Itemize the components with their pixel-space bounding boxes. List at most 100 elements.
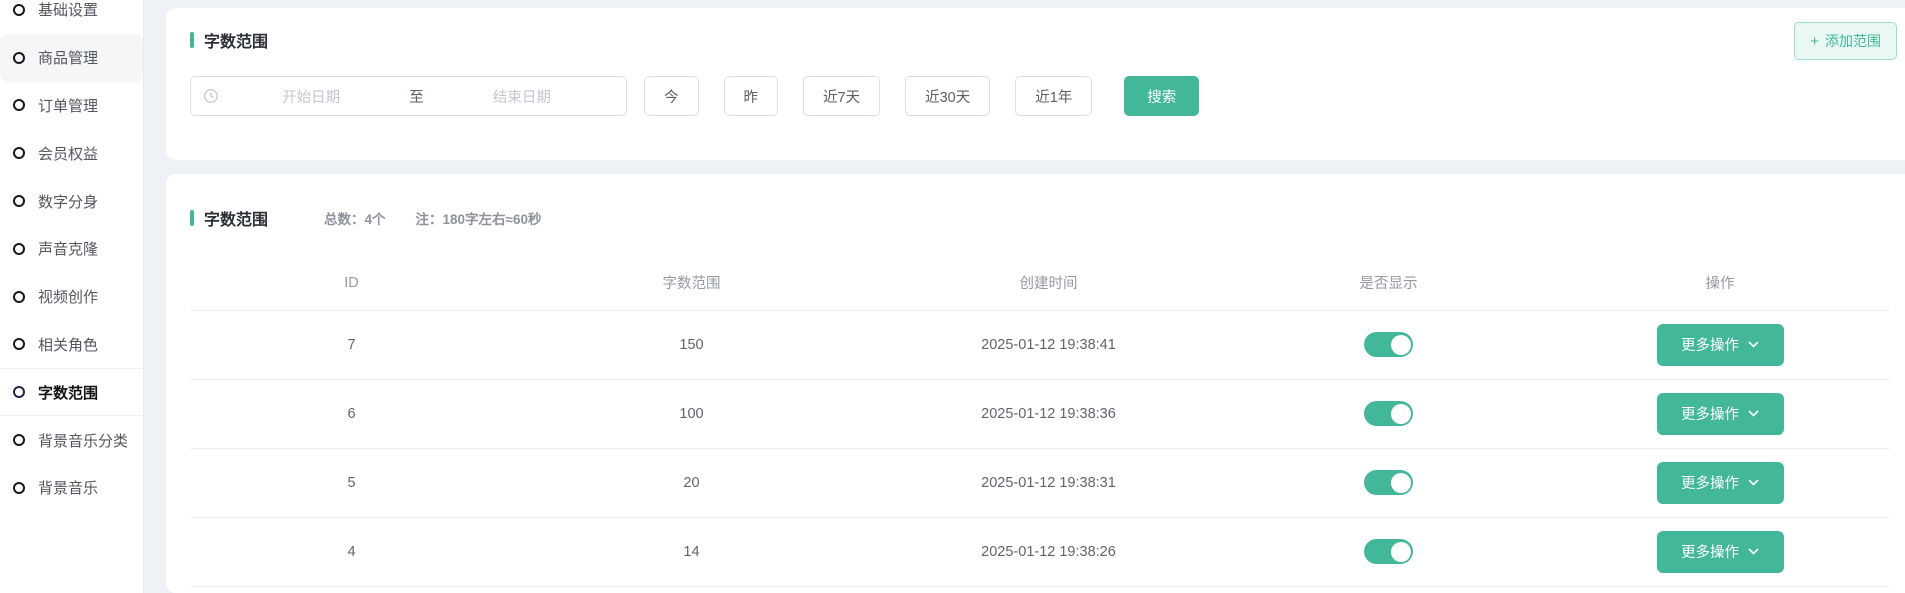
sidebar-item-label: 背景音乐分类: [38, 430, 128, 451]
filter-card-header: 字数范围: [190, 28, 1905, 52]
sidebar-item[interactable]: 声音克隆: [0, 225, 143, 273]
more-actions-button[interactable]: 更多操作: [1657, 531, 1784, 573]
row-visible-cell: [1227, 517, 1550, 586]
row-id-cell: 4: [190, 517, 513, 586]
sidebar-item[interactable]: 商品管理: [0, 34, 143, 82]
chevron-down-icon: [1748, 548, 1759, 555]
visibility-toggle[interactable]: [1364, 470, 1413, 495]
sidebar-item[interactable]: 背景音乐分类: [0, 416, 143, 464]
search-button[interactable]: 搜索: [1124, 76, 1199, 116]
radio-circle-icon: [13, 386, 25, 398]
quick-range-button[interactable]: 今: [644, 76, 699, 116]
more-actions-button[interactable]: 更多操作: [1657, 324, 1784, 366]
sidebar-item[interactable]: 字数范围: [0, 368, 143, 416]
row-created-cell: 2025-01-12 19:38:41: [870, 310, 1227, 379]
sidebar-item-label: 订单管理: [38, 95, 98, 116]
quick-range-button[interactable]: 昨: [724, 76, 779, 116]
table-meta: 总数：4个 注：180字左右≈60秒: [324, 208, 541, 228]
column-header: 操作: [1550, 256, 1890, 310]
sidebar-item-label: 字数范围: [38, 382, 98, 403]
table-card: 字数范围 总数：4个 注：180字左右≈60秒 ID字数范围创建时间是否显示操作: [166, 174, 1905, 593]
row-id-cell: 7: [190, 310, 513, 379]
radio-circle-icon: [13, 291, 25, 303]
row-created-cell: 2025-01-12 19:38:31: [870, 448, 1227, 517]
sidebar-item[interactable]: 背景音乐: [0, 464, 143, 512]
row-range-cell: 20: [513, 448, 870, 517]
row-range-cell: 100: [513, 379, 870, 448]
filter-row: 开始日期 至 结束日期 今昨近7天近30天近1年 搜索: [190, 76, 1905, 116]
row-visible-cell: [1227, 310, 1550, 379]
more-actions-label: 更多操作: [1681, 334, 1739, 355]
radio-circle-icon: [13, 243, 25, 255]
date-range-picker[interactable]: 开始日期 至 结束日期: [190, 76, 627, 116]
row-created-cell: 2025-01-12 19:38:36: [870, 379, 1227, 448]
quick-range-button[interactable]: 近1年: [1015, 76, 1092, 116]
more-actions-label: 更多操作: [1681, 403, 1739, 424]
title-accent-bar: [190, 210, 194, 226]
more-actions-label: 更多操作: [1681, 472, 1739, 493]
radio-circle-icon: [13, 482, 25, 494]
total-count-label: 总数：4个: [324, 208, 386, 228]
column-header: 字数范围: [513, 256, 870, 310]
row-range-cell: 150: [513, 310, 870, 379]
table-card-title: 字数范围: [204, 206, 268, 230]
row-action-cell: 更多操作: [1550, 517, 1890, 586]
table-header: ID字数范围创建时间是否显示操作: [190, 256, 1890, 310]
end-date-input[interactable]: 结束日期: [430, 86, 614, 107]
radio-circle-icon: [13, 4, 25, 16]
sidebar-item[interactable]: 数字分身: [0, 177, 143, 225]
sidebar-item-label: 背景音乐: [38, 477, 98, 498]
table-card-header: 字数范围 总数：4个 注：180字左右≈60秒: [190, 206, 1890, 230]
row-visible-cell: [1227, 379, 1550, 448]
sidebar-item[interactable]: 基础设置: [0, 0, 143, 34]
note-label: 注：180字左右≈60秒: [416, 208, 542, 228]
sidebar-item[interactable]: 会员权益: [0, 129, 143, 177]
visibility-toggle[interactable]: [1364, 332, 1413, 357]
date-range-separator: 至: [403, 86, 430, 107]
table-row: 4 14 2025-01-12 19:38:26 更多操作: [190, 517, 1890, 586]
sidebar-item-label: 基础设置: [38, 0, 98, 20]
row-id-cell: 5: [190, 448, 513, 517]
filter-card: 字数范围 开始日期 至 结束日期 今昨近7天近30天近1年 搜索: [166, 8, 1905, 160]
add-range-button[interactable]: + 添加范围: [1794, 22, 1897, 60]
row-range-cell: 14: [513, 517, 870, 586]
row-created-cell: 2025-01-12 19:38:26: [870, 517, 1227, 586]
radio-circle-icon: [13, 99, 25, 111]
row-id-cell: 6: [190, 379, 513, 448]
sidebar-item-label: 相关角色: [38, 334, 98, 355]
main-content: 字数范围 开始日期 至 结束日期 今昨近7天近30天近1年 搜索: [144, 0, 1905, 593]
column-header: ID: [190, 256, 513, 310]
table-row: 6 100 2025-01-12 19:38:36 更多操作: [190, 379, 1890, 448]
clock-icon: [203, 88, 219, 104]
plus-icon: +: [1810, 34, 1819, 49]
sidebar-item[interactable]: 订单管理: [0, 82, 143, 130]
quick-range-button[interactable]: 近30天: [905, 76, 990, 116]
visibility-toggle[interactable]: [1364, 539, 1413, 564]
row-action-cell: 更多操作: [1550, 448, 1890, 517]
quick-range-button[interactable]: 近7天: [803, 76, 880, 116]
visibility-toggle[interactable]: [1364, 401, 1413, 426]
sidebar-item-label: 会员权益: [38, 143, 98, 164]
sidebar-item-label: 声音克隆: [38, 238, 98, 259]
sidebar-item-label: 数字分身: [38, 191, 98, 212]
filter-card-title: 字数范围: [204, 28, 268, 52]
app-layout: 基础设置 商品管理 订单管理 会员权益 数字分身 声音克隆 视频创作: [0, 0, 1905, 593]
column-header: 创建时间: [870, 256, 1227, 310]
row-action-cell: 更多操作: [1550, 379, 1890, 448]
chevron-down-icon: [1748, 410, 1759, 417]
sidebar: 基础设置 商品管理 订单管理 会员权益 数字分身 声音克隆 视频创作: [0, 0, 144, 593]
table-body: 7 150 2025-01-12 19:38:41 更多操作: [190, 310, 1890, 586]
add-range-button-label: 添加范围: [1825, 31, 1881, 51]
table-row: 7 150 2025-01-12 19:38:41 更多操作: [190, 310, 1890, 379]
sidebar-item-label: 视频创作: [38, 286, 98, 307]
radio-circle-icon: [13, 195, 25, 207]
sidebar-item[interactable]: 相关角色: [0, 321, 143, 369]
start-date-input[interactable]: 开始日期: [219, 86, 403, 107]
more-actions-button[interactable]: 更多操作: [1657, 462, 1784, 504]
column-header: 是否显示: [1227, 256, 1550, 310]
sidebar-item[interactable]: 视频创作: [0, 273, 143, 321]
radio-circle-icon: [13, 338, 25, 350]
more-actions-button[interactable]: 更多操作: [1657, 393, 1784, 435]
radio-circle-icon: [13, 434, 25, 446]
sidebar-item-label: 商品管理: [38, 47, 98, 68]
